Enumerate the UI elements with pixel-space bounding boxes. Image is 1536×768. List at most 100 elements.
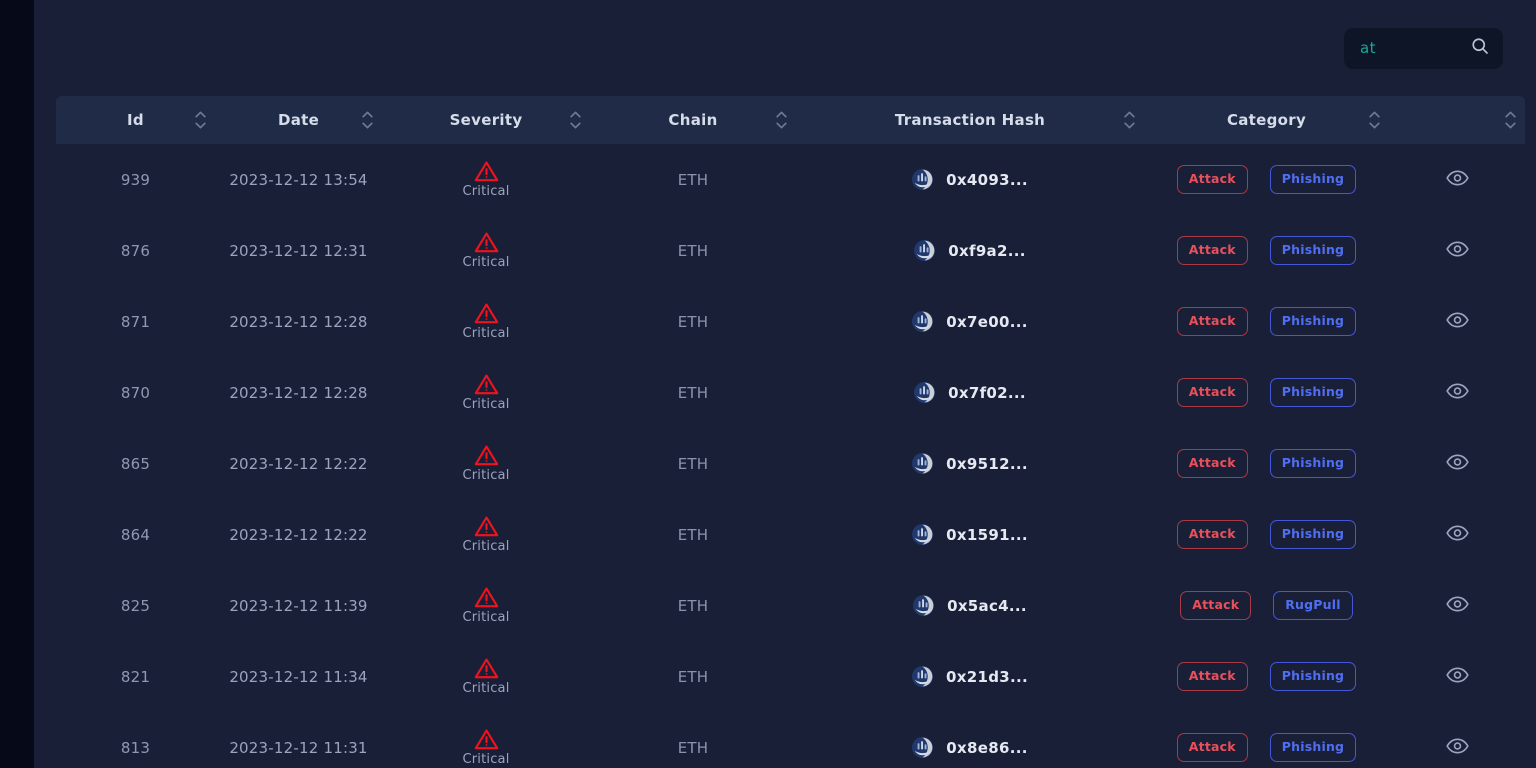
category-badge-phishing[interactable]: Phishing [1269,165,1357,194]
chevron-down-icon[interactable] [194,122,206,129]
cell-transaction-hash[interactable]: 0x21d3... [796,641,1144,712]
eye-icon[interactable] [1445,595,1469,612]
chevron-down-icon[interactable] [775,122,787,129]
table-row[interactable]: 876 2023-12-12 12:31 Critical ETH 0xf9a2… [56,215,1525,286]
cell-date: 2023-12-12 12:22 [229,525,368,544]
cell-transaction-hash[interactable]: 0x1591... [796,499,1144,570]
cell-actions [1389,641,1525,712]
column-header-act[interactable] [1389,96,1525,144]
category-badge-attack[interactable]: Attack [1180,591,1252,620]
view-details-button[interactable] [1445,240,1469,257]
transaction-hash-text[interactable]: 0x7e00... [946,313,1027,331]
search-box[interactable] [1344,27,1503,69]
eye-icon[interactable] [1445,453,1469,470]
view-details-button[interactable] [1445,382,1469,399]
chevron-up-icon[interactable] [775,111,787,118]
sort-toggle[interactable] [774,111,788,129]
sort-toggle[interactable] [1122,111,1136,129]
view-details-button[interactable] [1445,311,1469,328]
cell-transaction-hash[interactable]: 0x7f02... [796,357,1144,428]
cell-transaction-hash[interactable]: 0xf9a2... [796,215,1144,286]
cell-transaction-hash[interactable]: 0x9512... [796,428,1144,499]
view-details-button[interactable] [1445,595,1469,612]
column-header-chain[interactable]: Chain [590,96,796,144]
chevron-up-icon[interactable] [194,111,206,118]
category-badge-phishing[interactable]: Phishing [1269,449,1357,478]
view-details-button[interactable] [1445,453,1469,470]
category-badge-phishing[interactable]: Phishing [1269,236,1357,265]
sort-toggle[interactable] [193,111,207,129]
cell-transaction-hash[interactable]: 0x4093... [796,144,1144,215]
category-badge-attack[interactable]: Attack [1176,307,1248,336]
category-badge-attack[interactable]: Attack [1176,520,1248,549]
table-row[interactable]: 825 2023-12-12 11:39 Critical ETH 0x5ac4… [56,570,1525,641]
eye-icon[interactable] [1445,169,1469,186]
table-row[interactable]: 864 2023-12-12 12:22 Critical ETH 0x1591… [56,499,1525,570]
category-badge-phishing[interactable]: Phishing [1269,733,1357,762]
chevron-down-icon[interactable] [1504,122,1516,129]
cell-transaction-hash[interactable]: 0x7e00... [796,286,1144,357]
category-badge-phishing[interactable]: Phishing [1269,378,1357,407]
view-details-button[interactable] [1445,524,1469,541]
chevron-down-icon[interactable] [1123,122,1135,129]
eye-icon[interactable] [1445,666,1469,683]
chevron-down-icon[interactable] [361,122,373,129]
transaction-hash-text[interactable]: 0x9512... [946,455,1028,473]
sort-toggle[interactable] [1367,111,1381,129]
sort-toggle[interactable] [568,111,582,129]
category-badge-rugpull[interactable]: RugPull [1273,591,1353,620]
view-details-button[interactable] [1445,666,1469,683]
chevron-up-icon[interactable] [1123,111,1135,118]
transaction-hash-text[interactable]: 0x7f02... [948,384,1026,402]
search-icon[interactable] [1470,36,1490,60]
chevron-down-icon[interactable] [1368,122,1380,129]
table-row[interactable]: 865 2023-12-12 12:22 Critical ETH 0x9512… [56,428,1525,499]
table-row[interactable]: 871 2023-12-12 12:28 Critical ETH 0x7e00… [56,286,1525,357]
view-details-button[interactable] [1445,737,1469,754]
transaction-hash-text[interactable]: 0x4093... [946,171,1028,189]
eye-icon[interactable] [1445,524,1469,541]
category-badge-phishing[interactable]: Phishing [1269,520,1357,549]
eye-icon[interactable] [1445,240,1469,257]
category-badge-attack[interactable]: Attack [1176,236,1248,265]
eye-icon[interactable] [1445,311,1469,328]
chevron-up-icon[interactable] [1504,111,1516,118]
category-badge-attack[interactable]: Attack [1176,662,1248,691]
transaction-hash-text[interactable]: 0x5ac4... [947,597,1027,615]
eye-icon[interactable] [1445,737,1469,754]
chevron-down-icon[interactable] [569,122,581,129]
transaction-hash-text[interactable]: 0xf9a2... [948,242,1025,260]
column-header-date[interactable]: Date [215,96,382,144]
warning-triangle-icon [474,232,498,253]
cell-category: Attack RugPull [1144,570,1389,641]
chevron-up-icon[interactable] [1368,111,1380,118]
column-header-cat[interactable]: Category [1144,96,1389,144]
table-row[interactable]: 813 2023-12-12 11:31 Critical ETH 0x8e86… [56,712,1525,768]
column-header-id[interactable]: Id [56,96,215,144]
table-row[interactable]: 870 2023-12-12 12:28 Critical ETH 0x7f02… [56,357,1525,428]
category-badge-attack[interactable]: Attack [1176,449,1248,478]
cell-transaction-hash[interactable]: 0x5ac4... [796,570,1144,641]
category-badge-attack[interactable]: Attack [1176,733,1248,762]
search-input[interactable] [1360,39,1464,57]
column-header-hash[interactable]: Transaction Hash [796,96,1144,144]
column-header-sev[interactable]: Severity [382,96,590,144]
cell-chain: ETH [677,383,709,402]
category-badge-phishing[interactable]: Phishing [1269,662,1357,691]
eye-icon[interactable] [1445,382,1469,399]
sort-toggle[interactable] [1503,111,1517,129]
cell-category: Attack Phishing [1144,357,1389,428]
category-badge-attack[interactable]: Attack [1176,378,1248,407]
chevron-up-icon[interactable] [569,111,581,118]
cell-transaction-hash[interactable]: 0x8e86... [796,712,1144,768]
table-row[interactable]: 939 2023-12-12 13:54 Critical ETH 0x4093… [56,144,1525,215]
transaction-hash-text[interactable]: 0x21d3... [946,668,1028,686]
transaction-hash-text[interactable]: 0x8e86... [946,739,1027,757]
table-row[interactable]: 821 2023-12-12 11:34 Critical ETH 0x21d3… [56,641,1525,712]
sort-toggle[interactable] [360,111,374,129]
category-badge-attack[interactable]: Attack [1176,165,1248,194]
chevron-up-icon[interactable] [361,111,373,118]
view-details-button[interactable] [1445,169,1469,186]
transaction-hash-text[interactable]: 0x1591... [946,526,1028,544]
category-badge-phishing[interactable]: Phishing [1269,307,1357,336]
